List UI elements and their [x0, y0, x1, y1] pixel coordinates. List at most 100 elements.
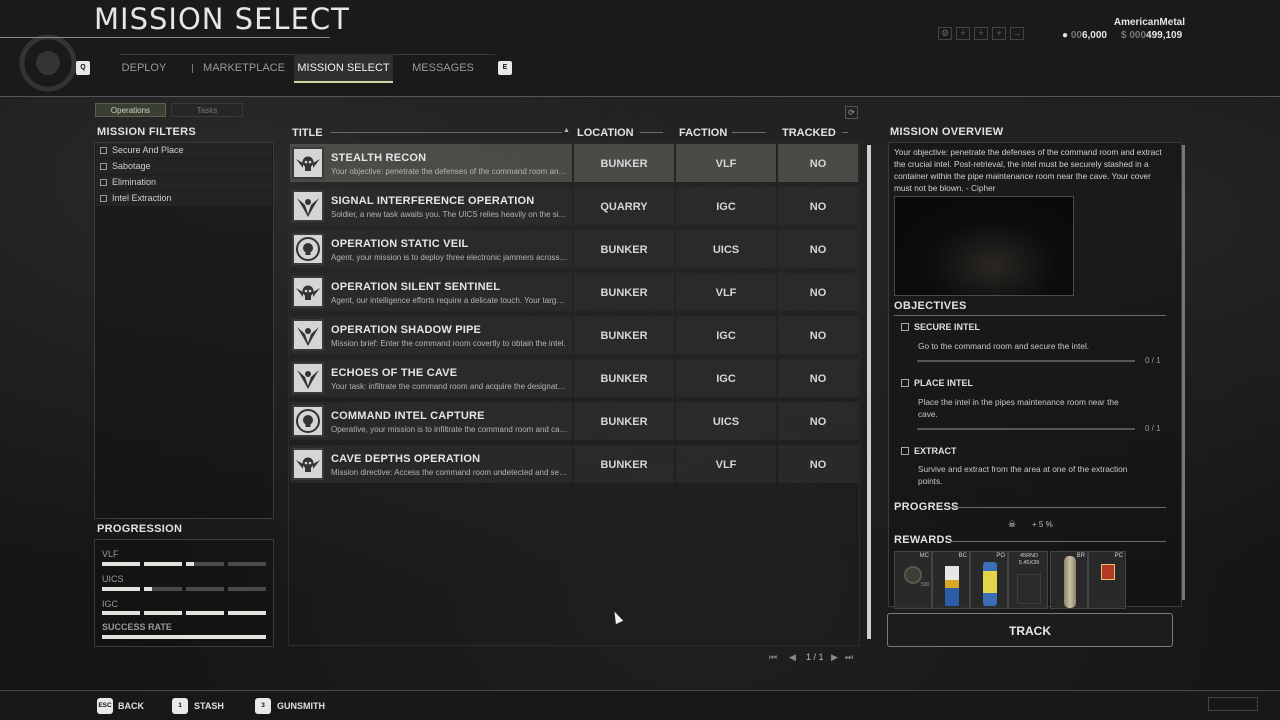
objective-count: 0 / 1: [1145, 424, 1161, 433]
track-button[interactable]: TRACK: [887, 613, 1173, 647]
gunsmith-key[interactable]: 3: [255, 698, 271, 714]
reward-item[interactable]: 45RND 5.45X39: [1008, 551, 1048, 609]
sort-up-icon[interactable]: ▲: [563, 127, 570, 134]
reward-label: MC: [919, 553, 929, 559]
progress-segment-fill: [144, 611, 182, 615]
reward-item[interactable]: PC: [1088, 551, 1126, 609]
settings-icon[interactable]: ⚙: [938, 27, 952, 40]
mission-faction: IGC: [716, 373, 736, 385]
eagle-icon: [292, 319, 324, 351]
success-rate-label: SUCCESS RATE: [102, 622, 172, 632]
column-location[interactable]: LOCATION: [577, 127, 634, 139]
objective-checkbox-icon: [901, 323, 909, 331]
stash-key[interactable]: 1: [172, 698, 188, 714]
mission-title: SIGNAL INTERFERENCE OPERATION: [331, 195, 535, 207]
checkbox-icon[interactable]: [100, 163, 107, 170]
mission-row[interactable]: OPERATION SHADOW PIPE Mission brief: Ente…: [290, 316, 858, 354]
filter-secure-and-place[interactable]: Secure And Place: [96, 143, 272, 158]
can-icon: [1101, 564, 1115, 580]
subtab-operations[interactable]: Operations: [95, 103, 166, 117]
objective-desc: Survive and extract from the area at one…: [918, 464, 1128, 486]
reward-item[interactable]: BC: [932, 551, 970, 609]
mission-description: Soldier, a new task awaits you. The UICS…: [331, 210, 568, 219]
first-page-icon[interactable]: ⏮: [769, 652, 777, 663]
column-title[interactable]: TITLE: [292, 127, 323, 139]
mission-faction: UICS: [712, 244, 740, 256]
mission-row[interactable]: ECHOES OF THE CAVE Your task: infiltrate …: [290, 359, 858, 397]
mission-row[interactable]: COMMAND INTEL CAPTURE Operative, your mis…: [290, 402, 858, 440]
nav-prev-key[interactable]: Q: [76, 61, 90, 75]
gunsmith-button[interactable]: GUNSMITH: [277, 701, 325, 711]
mission-title: OPERATION SHADOW PIPE: [331, 324, 482, 336]
bottom-bar: [0, 690, 1280, 720]
filter-intel-extraction[interactable]: Intel Extraction: [96, 191, 272, 206]
mission-location: BUNKER: [600, 459, 648, 471]
page-title: MISSION SELECT: [94, 2, 350, 36]
skull-wings-icon: [292, 276, 324, 308]
reward-item[interactable]: MC 500: [894, 551, 932, 609]
mission-description: Mission brief: Enter the command room co…: [331, 339, 566, 348]
column-divider: [330, 132, 562, 133]
subtab-tasks[interactable]: Tasks: [171, 103, 243, 117]
column-faction[interactable]: FACTION: [679, 127, 727, 139]
mission-location: BUNKER: [600, 244, 648, 256]
objective-desc: Go to the command room and secure the in…: [918, 341, 1090, 351]
back-button[interactable]: BACK: [118, 701, 144, 711]
mission-tracked: NO: [809, 158, 827, 170]
mission-title: OPERATION SILENT SENTINEL: [331, 281, 501, 293]
mission-row[interactable]: OPERATION SILENT SENTINEL Agent, our inte…: [290, 273, 858, 311]
filter-label: Elimination: [112, 177, 157, 187]
ammo-box-icon: [1017, 574, 1041, 604]
tab-marketplace[interactable]: MARKETPLACE: [200, 54, 288, 83]
skull-icon: ☠: [1008, 519, 1017, 529]
next-page-icon[interactable]: ▶: [831, 652, 838, 663]
objective-progress-bar: [917, 428, 1135, 430]
add-icon[interactable]: +: [992, 27, 1006, 40]
progression-vlf-bar: [102, 562, 266, 566]
mission-title: STEALTH RECON: [331, 152, 427, 164]
objectives-divider: [894, 315, 1166, 316]
eagle-icon: [292, 362, 324, 394]
filter-label: Intel Extraction: [112, 193, 172, 203]
tab-mission-select[interactable]: MISSION SELECT: [294, 54, 393, 83]
progress-segment-fill: [186, 562, 194, 566]
prev-page-icon[interactable]: ◀: [789, 652, 796, 663]
back-key[interactable]: ESC: [97, 698, 113, 714]
page-indicator: 1 / 1: [806, 652, 824, 662]
tab-deploy[interactable]: DEPLOY: [108, 54, 180, 83]
column-tracked[interactable]: TRACKED: [782, 127, 836, 139]
reward-item[interactable]: PO: [970, 551, 1008, 609]
filter-elimination[interactable]: Elimination: [96, 175, 272, 190]
progress-segment-fill: [144, 587, 152, 591]
add-icon[interactable]: +: [956, 27, 970, 40]
eagle-icon: [292, 190, 324, 222]
progress-segment-fill: [102, 587, 140, 591]
mission-faction: VLF: [715, 287, 737, 299]
stash-button[interactable]: STASH: [194, 701, 224, 711]
overview-scrollbar[interactable]: [1182, 145, 1185, 600]
mission-list-scrollbar[interactable]: [867, 145, 871, 639]
mission-faction: VLF: [715, 158, 737, 170]
last-page-icon[interactable]: ⏭: [845, 652, 853, 663]
top-icon-row: ⚙ + + + →: [938, 27, 1024, 40]
mission-row[interactable]: CAVE DEPTHS OPERATION Mission directive: …: [290, 445, 858, 483]
progress-segment-fill: [228, 611, 266, 615]
checkbox-icon[interactable]: [100, 179, 107, 186]
refresh-icon[interactable]: ⟳: [845, 106, 858, 119]
filter-label: Secure And Place: [112, 145, 184, 155]
mission-row[interactable]: OPERATION STATIC VEIL Agent, your mission…: [290, 230, 858, 268]
mission-row[interactable]: SIGNAL INTERFERENCE OPERATION Soldier, a …: [290, 187, 858, 225]
add-icon[interactable]: +: [974, 27, 988, 40]
filter-sabotage[interactable]: Sabotage: [96, 159, 272, 174]
progression-uics-bar: [102, 587, 266, 591]
nav-next-key[interactable]: E: [498, 61, 512, 75]
mission-faction: VLF: [715, 459, 737, 471]
reward-item[interactable]: BR: [1050, 551, 1088, 609]
skull-wings-icon: [292, 448, 324, 480]
checkbox-icon[interactable]: [100, 195, 107, 202]
mission-row[interactable]: STEALTH RECON Your objective: penetrate t…: [290, 144, 858, 182]
tab-messages[interactable]: MESSAGES: [404, 54, 482, 83]
arrow-icon[interactable]: →: [1010, 27, 1024, 40]
checkbox-icon[interactable]: [100, 147, 107, 154]
mission-location: QUARRY: [600, 201, 648, 213]
